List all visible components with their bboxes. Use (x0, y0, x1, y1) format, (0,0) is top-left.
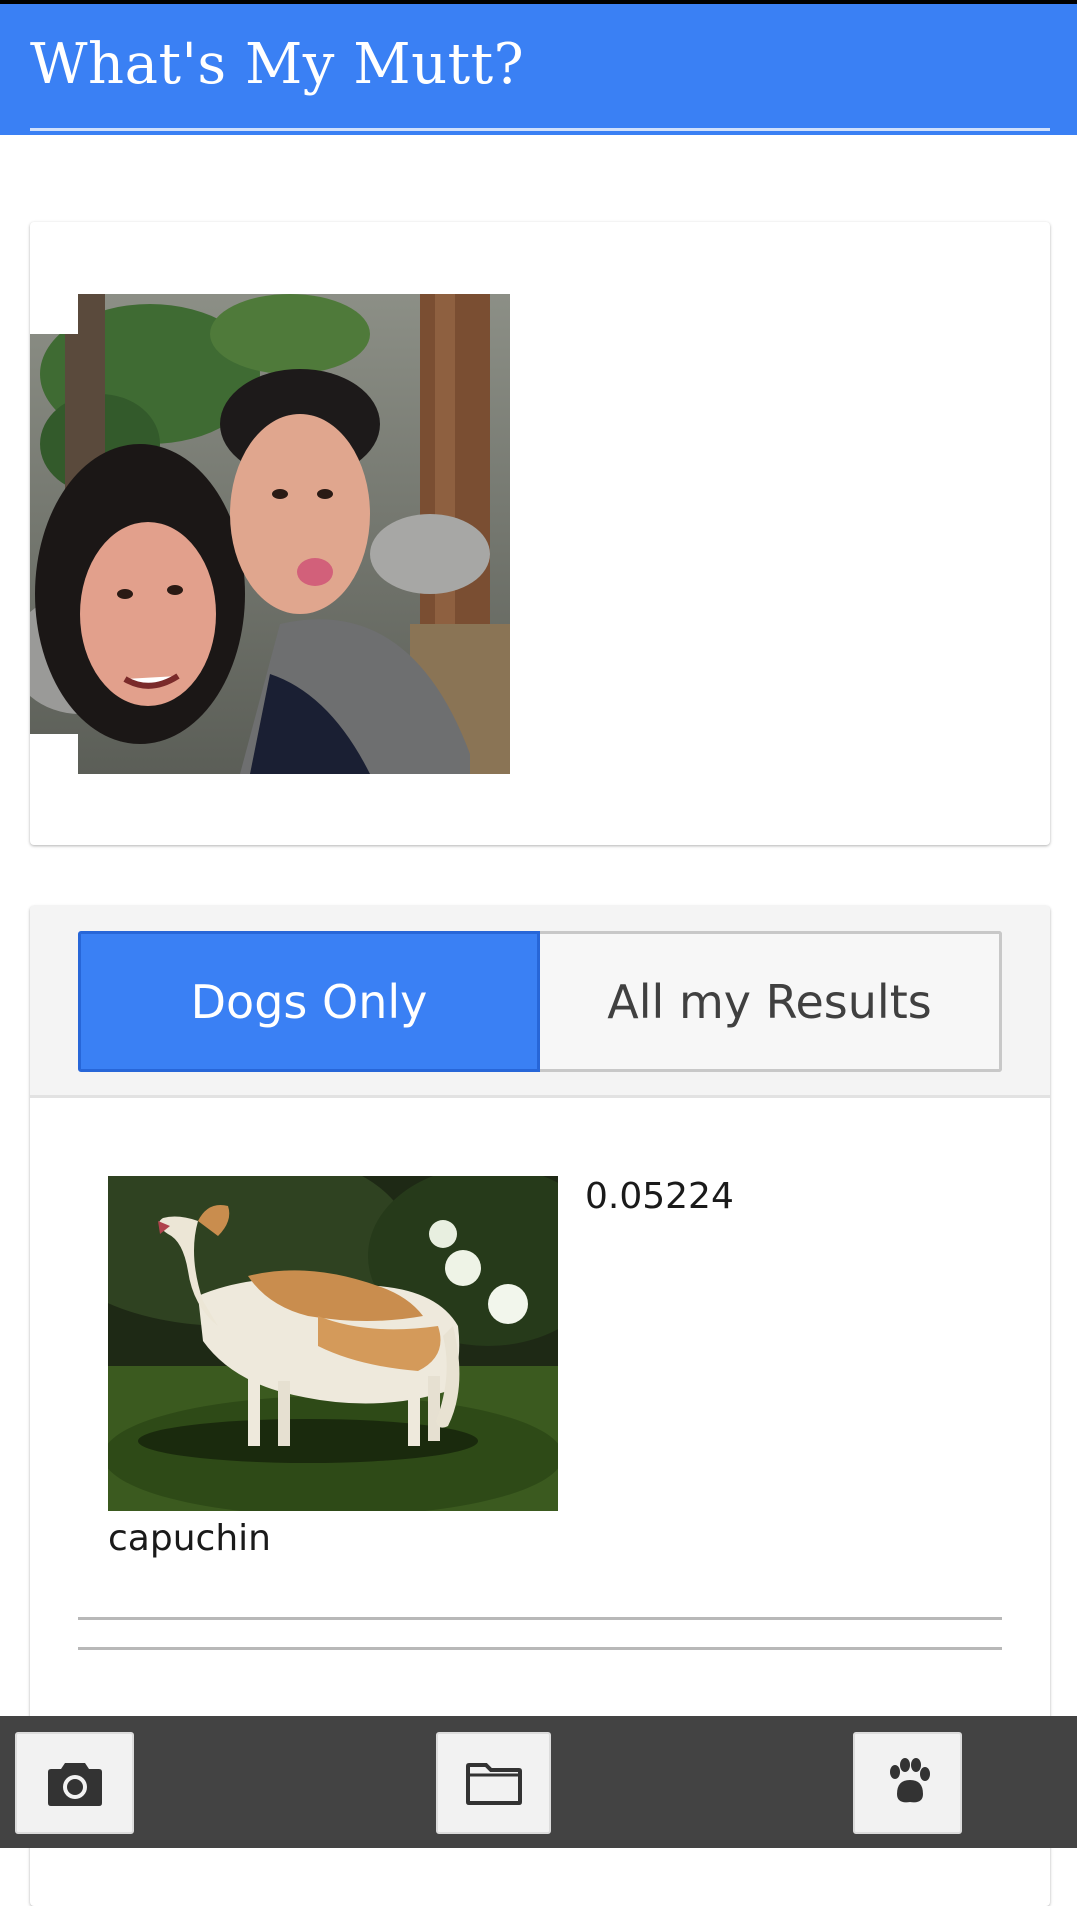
camera-icon (47, 1759, 103, 1807)
app-title: What's My Mutt? (30, 32, 525, 97)
paw-button[interactable] (853, 1732, 962, 1834)
borzoi-photo (108, 1176, 558, 1511)
result-divider (78, 1617, 1002, 1620)
result-divider (78, 1647, 1002, 1650)
camera-button[interactable] (15, 1732, 134, 1834)
result-dog-image[interactable] (108, 1176, 558, 1511)
folder-icon (465, 1761, 522, 1805)
uploaded-photo-image (30, 294, 510, 774)
photo-corner-notch (30, 294, 78, 334)
app-bar-underline (30, 128, 1050, 131)
tab-dogs-only[interactable]: Dogs Only (78, 931, 540, 1072)
tab-all-results[interactable]: All my Results (540, 931, 1002, 1072)
uploaded-photo[interactable] (30, 294, 510, 774)
app-bar: What's My Mutt? (0, 4, 1077, 135)
results-tabs: Dogs Only All my Results (30, 906, 1050, 1098)
result-breed-label: capuchin (108, 1518, 271, 1559)
bottom-toolbar (0, 1716, 1077, 1848)
photo-corner-notch (30, 734, 78, 774)
uploaded-photo-card (30, 222, 1050, 845)
paw-icon (883, 1758, 933, 1808)
folder-button[interactable] (436, 1732, 551, 1834)
result-score: 0.05224 (585, 1176, 734, 1217)
